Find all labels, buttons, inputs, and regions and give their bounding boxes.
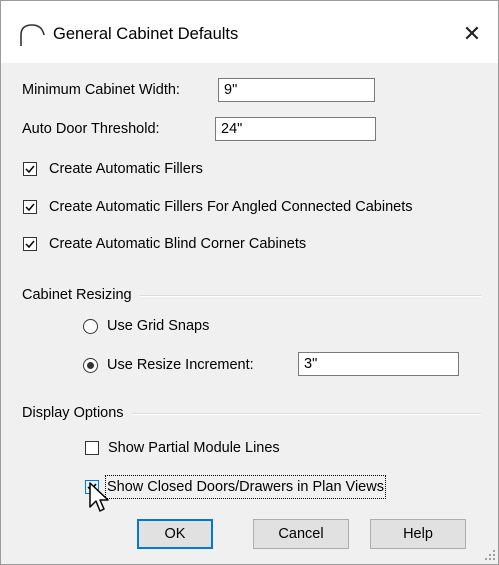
auto-door-threshold-value: 24"	[221, 121, 243, 137]
use-grid-snaps-label: Use Grid Snaps	[107, 318, 210, 334]
show-partial-module-lines-checkbox[interactable]	[85, 441, 99, 455]
min-cabinet-width-label: Minimum Cabinet Width:	[22, 82, 180, 98]
angled-fillers-label: Create Automatic Fillers For Angled Conn…	[49, 199, 413, 215]
close-button[interactable]: ✕	[457, 20, 487, 48]
show-partial-module-lines-label: Show Partial Module Lines	[108, 440, 280, 456]
display-options-heading: Display Options	[22, 403, 132, 423]
use-resize-increment-label: Use Resize Increment:	[107, 357, 254, 373]
angled-fillers-checkbox[interactable]	[23, 200, 37, 214]
show-closed-doors-label: Show Closed Doors/Drawers in Plan Views	[105, 475, 386, 499]
general-cabinet-defaults-dialog: General Cabinet Defaults ✕ Minimum Cabin…	[0, 0, 499, 565]
resize-grip-icon[interactable]	[484, 549, 496, 561]
resize-increment-value: 3"	[304, 356, 318, 372]
use-resize-increment-radio[interactable]	[83, 358, 98, 373]
mouse-pointer-icon	[89, 482, 109, 512]
resize-increment-input[interactable]: 3"	[298, 352, 459, 376]
auto-door-threshold-label: Auto Door Threshold:	[22, 121, 160, 137]
blind-corner-label: Create Automatic Blind Corner Cabinets	[49, 236, 307, 252]
min-cabinet-width-value: 9"	[224, 82, 238, 98]
create-automatic-fillers-label: Create Automatic Fillers	[49, 161, 203, 177]
cabinet-resizing-heading: Cabinet Resizing	[22, 285, 140, 305]
help-button[interactable]: Help	[370, 519, 466, 549]
checkmark-icon	[25, 240, 35, 249]
min-cabinet-width-input[interactable]: 9"	[218, 78, 375, 102]
checkmark-icon	[25, 203, 35, 212]
use-grid-snaps-radio[interactable]	[83, 319, 98, 334]
cabinet-arc-icon	[20, 24, 45, 46]
auto-door-threshold-input[interactable]: 24"	[215, 117, 376, 141]
checkmark-icon	[25, 165, 35, 174]
title-bar: General Cabinet Defaults ✕	[1, 1, 498, 63]
blind-corner-checkbox[interactable]	[23, 237, 37, 251]
close-icon: ✕	[462, 21, 482, 46]
window-title: General Cabinet Defaults	[53, 25, 239, 43]
ok-button[interactable]: OK	[137, 519, 213, 549]
cancel-button[interactable]: Cancel	[253, 519, 349, 549]
radio-selected-dot	[87, 362, 94, 369]
create-automatic-fillers-checkbox[interactable]	[23, 162, 37, 176]
